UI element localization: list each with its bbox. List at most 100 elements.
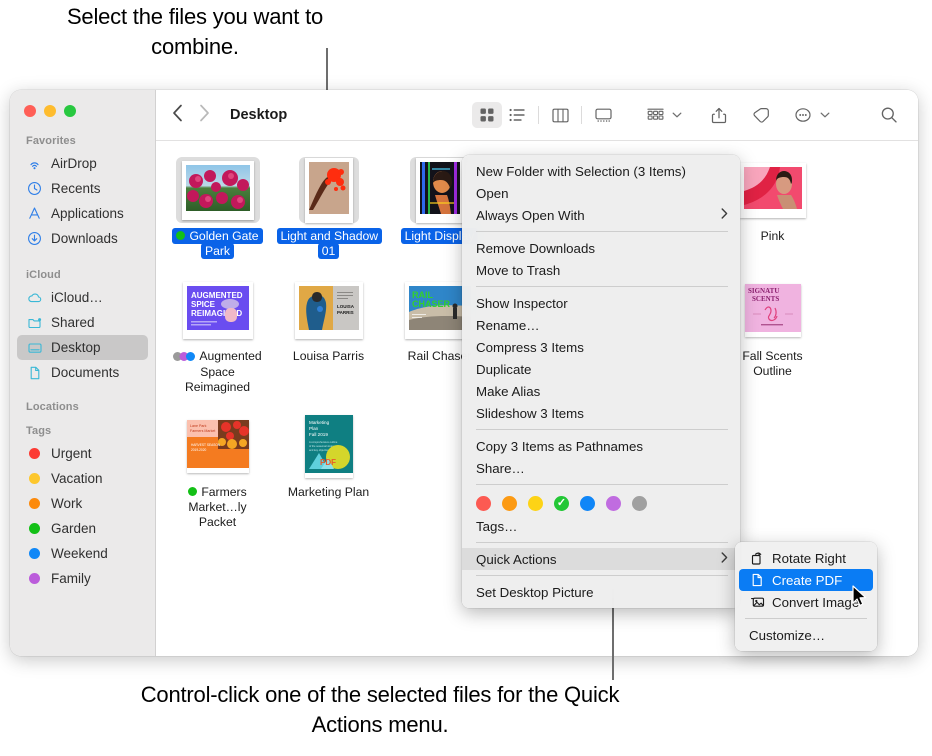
- sidebar-item-tag-garden[interactable]: Garden: [17, 516, 148, 541]
- menu-item-tags[interactable]: Tags…: [462, 515, 740, 537]
- submenu-item-rotate-right[interactable]: Rotate Right: [739, 547, 873, 569]
- sidebar-item-tag-weekend[interactable]: Weekend: [17, 541, 148, 566]
- sidebar-section-tags: Tags Urgent Vacation Work Garden Weekend: [10, 425, 155, 591]
- close-button[interactable]: [24, 105, 36, 117]
- file-thumbnail-wrapper: [409, 157, 470, 223]
- back-button[interactable]: [172, 104, 183, 127]
- tag-color-gray[interactable]: [632, 496, 647, 511]
- toolbar-divider: [581, 106, 582, 124]
- sidebar-item-tag-family[interactable]: Family: [17, 566, 148, 591]
- menu-item-slideshow[interactable]: Slideshow 3 Items: [462, 402, 740, 424]
- navigation-arrows: [172, 104, 210, 127]
- convert-image-icon: [749, 595, 765, 609]
- menu-item-open[interactable]: Open: [462, 182, 740, 204]
- document-icon: [26, 364, 43, 381]
- menu-item-copy-as-pathnames[interactable]: Copy 3 Items as Pathnames: [462, 435, 740, 457]
- sidebar-item-icloud-drive[interactable]: iCloud…: [17, 285, 148, 310]
- tag-color-purple[interactable]: [606, 496, 621, 511]
- document-thumbnail: Lane Park Farmers Market HARVEST SEASON 201…: [186, 419, 249, 473]
- file-label: Golden Gate Park: [166, 228, 270, 259]
- file-item-farmers-market-packet[interactable]: Lane Park Farmers Market HARVEST SEASON 201…: [162, 411, 273, 530]
- sidebar-header-tags: Tags: [26, 425, 52, 437]
- menu-item-new-folder-with-selection[interactable]: New Folder with Selection (3 Items): [462, 160, 740, 182]
- zoom-button[interactable]: [64, 105, 76, 117]
- tag-color-green[interactable]: ✓: [554, 496, 569, 511]
- menu-item-make-alias[interactable]: Make Alias: [462, 380, 740, 402]
- sidebar-item-label: Work: [51, 496, 83, 511]
- svg-text:HARVEST SEASON: HARVEST SEASON: [191, 443, 221, 447]
- photo-thumbnail: [415, 157, 464, 223]
- view-switcher: [472, 102, 618, 128]
- sidebar-item-airdrop[interactable]: AirDrop: [17, 151, 148, 176]
- menu-item-compress[interactable]: Compress 3 Items: [462, 336, 740, 358]
- window-controls: [10, 100, 155, 117]
- file-item-louisa-parris[interactable]: LOUISA PARRIS Louisa Parris: [273, 275, 384, 395]
- sidebar-item-tag-urgent[interactable]: Urgent: [17, 441, 148, 466]
- menu-item-show-inspector[interactable]: Show Inspector: [462, 292, 740, 314]
- sidebar-item-downloads[interactable]: Downloads: [17, 226, 148, 251]
- sidebar-item-applications[interactable]: Applications: [17, 201, 148, 226]
- minimize-button[interactable]: [44, 105, 56, 117]
- menu-item-rename[interactable]: Rename…: [462, 314, 740, 336]
- submenu-item-customize[interactable]: Customize…: [739, 624, 873, 646]
- file-item-light-and-shadow-01[interactable]: Light and Shadow 01: [273, 155, 384, 259]
- sidebar-item-tag-work[interactable]: Work: [17, 491, 148, 516]
- pdf-thumbnail: Marketing Plan Fall 2019 A comprehensive ou…: [304, 414, 353, 478]
- forward-button[interactable]: [199, 104, 210, 127]
- sidebar-header-locations: Locations: [26, 401, 79, 413]
- file-thumbnail-wrapper: LOUISA PARRIS: [289, 277, 369, 343]
- group-by-button[interactable]: [640, 102, 670, 128]
- menu-item-quick-actions[interactable]: Quick Actions: [462, 548, 740, 570]
- tag-color-blue[interactable]: [580, 496, 595, 511]
- menu-item-remove-downloads[interactable]: Remove Downloads: [462, 237, 740, 259]
- menu-item-share[interactable]: Share…: [462, 457, 740, 479]
- sidebar-item-recents[interactable]: Recents: [17, 176, 148, 201]
- chevron-down-icon[interactable]: [820, 106, 830, 124]
- icon-view-button[interactable]: [472, 102, 502, 128]
- tag-color-orange[interactable]: [502, 496, 517, 511]
- sidebar-item-tag-vacation[interactable]: Vacation: [17, 466, 148, 491]
- menu-item-move-to-trash[interactable]: Move to Trash: [462, 259, 740, 281]
- file-label: Farmers Market…ly Packet: [166, 485, 270, 530]
- sidebar-section-locations: Locations: [10, 401, 155, 417]
- tag-dot-icon: [176, 231, 186, 240]
- sidebar-item-desktop[interactable]: Desktop: [17, 335, 148, 360]
- svg-text:SCENTS: SCENTS: [752, 295, 779, 303]
- sidebar-section-favorites: Favorites AirDrop Recents Applications D…: [10, 135, 155, 251]
- column-view-button[interactable]: [545, 102, 575, 128]
- sidebar-header-icloud: iCloud: [26, 269, 61, 281]
- menu-item-always-open-with[interactable]: Always Open With: [462, 204, 740, 226]
- file-item-golden-gate-park[interactable]: Golden Gate Park: [162, 155, 273, 259]
- sidebar-item-documents[interactable]: Documents: [17, 360, 148, 385]
- chevron-down-icon[interactable]: [672, 106, 682, 124]
- file-thumbnail-wrapper: [175, 157, 260, 223]
- menu-item-duplicate[interactable]: Duplicate: [462, 358, 740, 380]
- sidebar-item-label: Vacation: [51, 471, 103, 486]
- tag-color-yellow[interactable]: [528, 496, 543, 511]
- file-item-augmented-space-reimagined[interactable]: AUGMENTED SPICE REIMAGINED Augmented Space…: [162, 275, 273, 395]
- sidebar-item-shared[interactable]: Shared: [17, 310, 148, 335]
- menu-separator: [476, 542, 728, 543]
- tag-dot-icon: [188, 487, 198, 496]
- tag-color-picker: ✓: [462, 490, 740, 515]
- share-button[interactable]: [704, 102, 734, 128]
- chevron-right-icon: [721, 208, 728, 222]
- photo-thumbnail: LOUISA PARRIS: [294, 281, 363, 339]
- file-item-marketing-plan[interactable]: Marketing Plan Fall 2019 A comprehensive ou…: [273, 411, 384, 530]
- tag-color-red[interactable]: [476, 496, 491, 511]
- gallery-view-button[interactable]: [588, 102, 618, 128]
- file-name-text: Pink: [760, 229, 785, 243]
- photo-thumbnail: AUGMENTED SPICE REIMAGINED: [182, 281, 253, 339]
- menu-separator: [476, 575, 728, 576]
- file-name-text: Golden Gate Park: [189, 229, 259, 258]
- sidebar: Favorites AirDrop Recents Applications D…: [10, 90, 156, 656]
- toolbar-divider: [538, 106, 539, 124]
- menu-item-set-desktop-picture[interactable]: Set Desktop Picture: [462, 581, 740, 603]
- file-thumbnail-wrapper: Marketing Plan Fall 2019 A comprehensive ou…: [299, 413, 359, 479]
- tags-button[interactable]: [746, 102, 776, 128]
- search-button[interactable]: [874, 102, 904, 128]
- more-actions-button[interactable]: [788, 102, 818, 128]
- list-view-button[interactable]: [502, 102, 532, 128]
- pdf-page-icon: [749, 573, 765, 587]
- file-label: Light and Shadow 01: [276, 228, 383, 259]
